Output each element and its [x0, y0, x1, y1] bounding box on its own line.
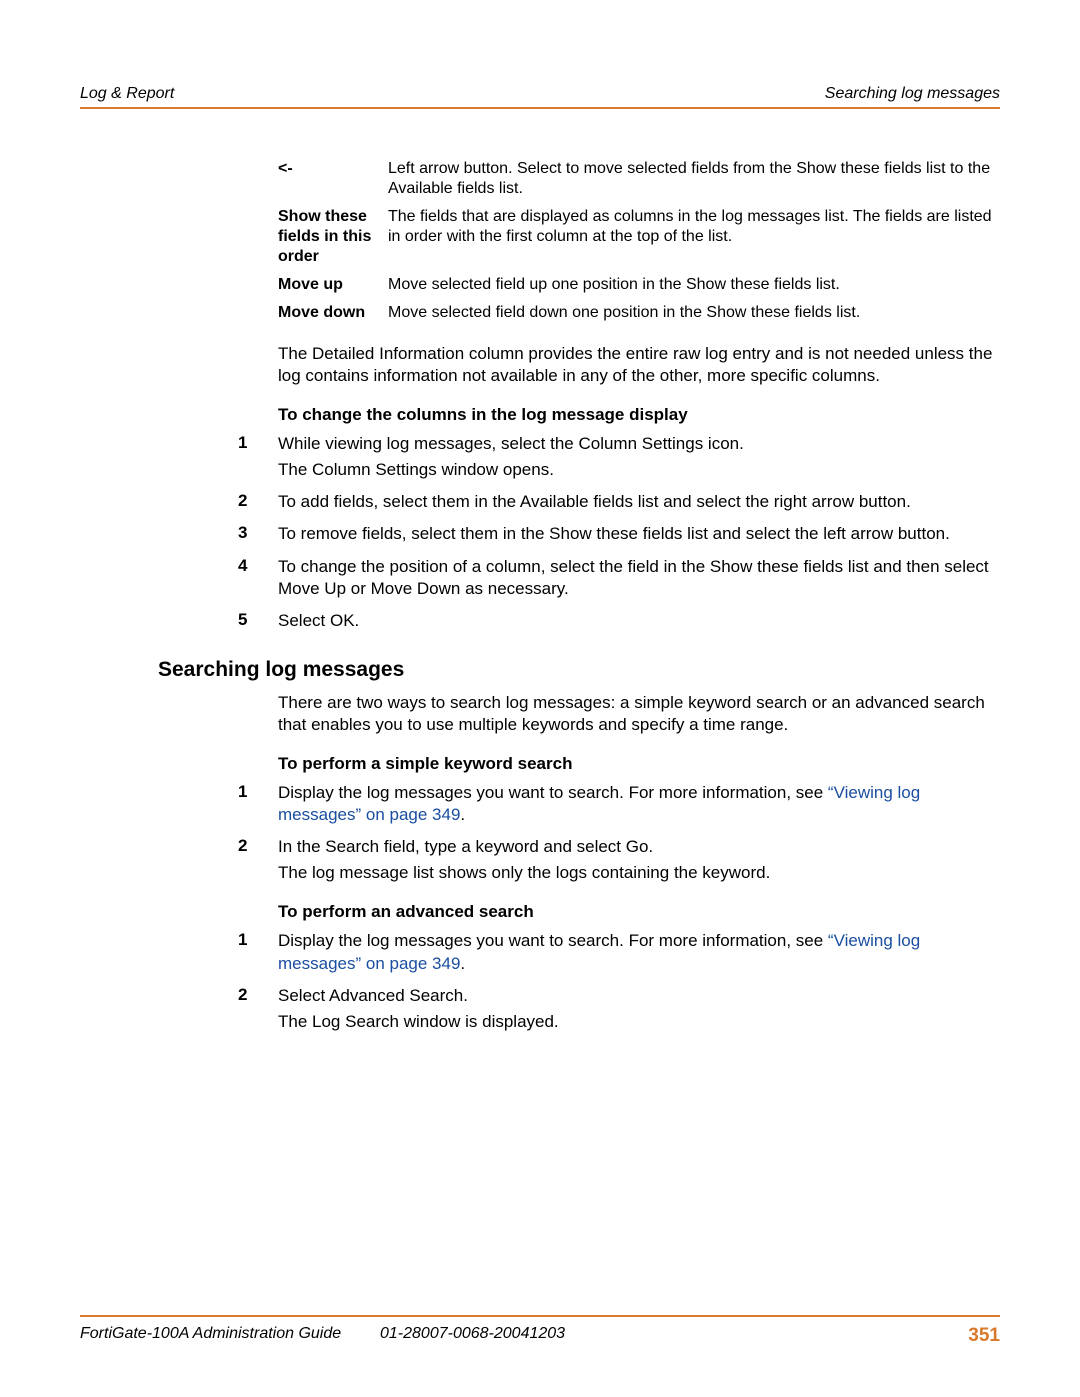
def-desc: Move selected field down one position in… [388, 303, 1000, 323]
detail-info-para: The Detailed Information column provides… [278, 343, 1000, 387]
header-rule [80, 107, 1000, 109]
footer-title: FortiGate-100A Administration Guide [80, 1325, 380, 1347]
step-text: Display the log messages you want to sea… [278, 931, 828, 950]
step-line: Select Advanced Search. [278, 985, 559, 1007]
step-body: To remove fields, select them in the Sho… [278, 523, 950, 545]
step-number: 2 [238, 491, 278, 513]
advanced-search-heading: To perform an advanced search [278, 902, 1000, 922]
def-desc: Left arrow button. Select to move select… [388, 159, 1000, 199]
step-number: 1 [238, 930, 278, 974]
step-line: While viewing log messages, select the C… [278, 433, 744, 455]
footer-docid: 01-28007-0068-20041203 [380, 1325, 968, 1347]
step-body: Select Advanced Search. The Log Search w… [278, 985, 559, 1033]
def-desc: The fields that are displayed as columns… [388, 207, 1000, 267]
step-body: To add fields, select them in the Availa… [278, 491, 911, 513]
simple-search-steps: 1 Display the log messages you want to s… [238, 782, 1000, 884]
change-columns-heading: To change the columns in the log message… [278, 405, 1000, 425]
def-term: Move up [278, 275, 388, 295]
definitions-table: <- Left arrow button. Select to move sel… [278, 151, 1000, 331]
step-body: In the Search field, type a keyword and … [278, 836, 770, 884]
change-columns-steps: 1 While viewing log messages, select the… [238, 433, 1000, 632]
def-term: Show these fields in this order [278, 207, 388, 267]
def-term: <- [278, 159, 388, 199]
header-right: Searching log messages [825, 85, 1000, 103]
footer-page-number: 351 [968, 1325, 1000, 1347]
section-title-searching: Searching log messages [158, 658, 1000, 682]
step-body: To change the position of a column, sele… [278, 556, 1000, 600]
step-body: Display the log messages you want to sea… [278, 782, 1000, 826]
def-term: Move down [278, 303, 388, 323]
step-number: 1 [238, 433, 278, 481]
step-number: 3 [238, 523, 278, 545]
step-text: Display the log messages you want to sea… [278, 783, 828, 802]
header-left: Log & Report [80, 85, 174, 103]
page-footer: FortiGate-100A Administration Guide 01-2… [80, 1315, 1000, 1347]
step-number: 2 [238, 836, 278, 884]
step-line: In the Search field, type a keyword and … [278, 836, 770, 858]
step-line: The Column Settings window opens. [278, 459, 744, 481]
step-number: 2 [238, 985, 278, 1033]
footer-rule [80, 1315, 1000, 1317]
step-text: . [460, 954, 465, 973]
def-desc: Move selected field up one position in t… [388, 275, 1000, 295]
step-text: . [460, 805, 465, 824]
advanced-search-steps: 1 Display the log messages you want to s… [238, 930, 1000, 1032]
step-line: The log message list shows only the logs… [278, 862, 770, 884]
simple-search-heading: To perform a simple keyword search [278, 754, 1000, 774]
search-intro-para: There are two ways to search log message… [278, 692, 1000, 736]
step-number: 4 [238, 556, 278, 600]
step-number: 1 [238, 782, 278, 826]
step-body: While viewing log messages, select the C… [278, 433, 744, 481]
step-body: Display the log messages you want to sea… [278, 930, 1000, 974]
step-line: The Log Search window is displayed. [278, 1011, 559, 1033]
step-body: Select OK. [278, 610, 359, 632]
step-number: 5 [238, 610, 278, 632]
